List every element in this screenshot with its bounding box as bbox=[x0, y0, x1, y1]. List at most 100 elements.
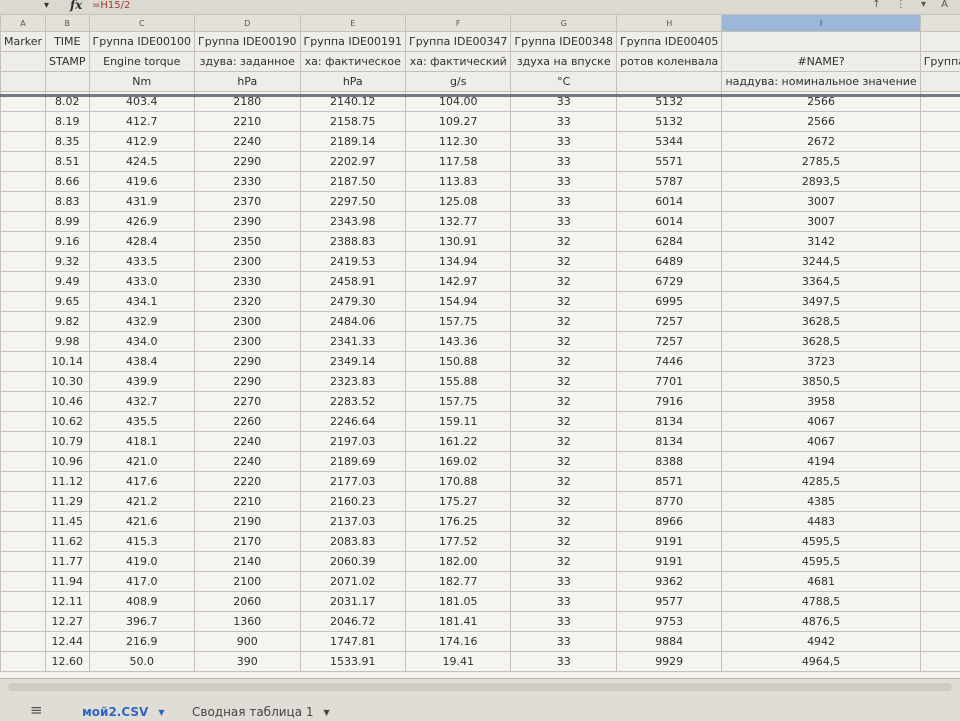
cell-c[interactable]: 50.0 bbox=[89, 652, 194, 672]
cell-b[interactable]: 12.11 bbox=[46, 592, 90, 612]
cell-g[interactable]: 33 bbox=[511, 612, 616, 632]
cell-b[interactable]: 12.44 bbox=[46, 632, 90, 652]
cell-i[interactable]: 4942 bbox=[722, 632, 920, 652]
cell-e[interactable]: 1747.81 bbox=[300, 632, 405, 652]
cell-d[interactable]: 2170 bbox=[195, 532, 300, 552]
cell-g[interactable]: °C bbox=[511, 72, 616, 92]
tab-caret-icon[interactable]: ▼ bbox=[158, 708, 164, 717]
cell-c[interactable]: 412.9 bbox=[89, 132, 194, 152]
cell-h[interactable]: 6995 bbox=[616, 292, 721, 312]
cell-d[interactable]: 2290 bbox=[195, 372, 300, 392]
cell-g[interactable]: 32 bbox=[511, 232, 616, 252]
cell-c[interactable]: 417.0 bbox=[89, 572, 194, 592]
cell-f[interactable]: 159.11 bbox=[405, 412, 510, 432]
cell-c[interactable]: 421.2 bbox=[89, 492, 194, 512]
cell-d[interactable]: 2240 bbox=[195, 132, 300, 152]
cell-e[interactable]: 2341.33 bbox=[300, 332, 405, 352]
cell-c[interactable]: 412.7 bbox=[89, 112, 194, 132]
cell-c[interactable]: 216.9 bbox=[89, 632, 194, 652]
cell-e[interactable]: 2137.03 bbox=[300, 512, 405, 532]
cell-b[interactable]: 9.98 bbox=[46, 332, 90, 352]
cell-a[interactable] bbox=[1, 532, 46, 552]
cell-b[interactable]: 10.46 bbox=[46, 392, 90, 412]
cell-c[interactable]: 433.5 bbox=[89, 252, 194, 272]
cell-c[interactable]: Nm bbox=[89, 72, 194, 92]
cell-a[interactable] bbox=[1, 552, 46, 572]
cell-j[interactable]: 93.4 bbox=[920, 252, 960, 272]
column-header-d[interactable]: D bbox=[195, 15, 300, 32]
cell-c[interactable]: 417.6 bbox=[89, 472, 194, 492]
cell-b[interactable]: TIME bbox=[46, 32, 90, 52]
cell-c[interactable]: 426.9 bbox=[89, 212, 194, 232]
cell-f[interactable]: 155.88 bbox=[405, 372, 510, 392]
cell-d[interactable]: 2210 bbox=[195, 492, 300, 512]
cell-d[interactable]: 2300 bbox=[195, 312, 300, 332]
cell-e[interactable]: 2297.50 bbox=[300, 192, 405, 212]
cell-e[interactable]: 2349.14 bbox=[300, 352, 405, 372]
cell-j[interactable]: 90.2 bbox=[920, 392, 960, 412]
cell-d[interactable]: 2320 bbox=[195, 292, 300, 312]
cell-e[interactable]: 2343.98 bbox=[300, 212, 405, 232]
cell-a[interactable] bbox=[1, 472, 46, 492]
cell-h[interactable]: 9191 bbox=[616, 532, 721, 552]
cell-g[interactable]: 32 bbox=[511, 432, 616, 452]
cell-f[interactable]: Группа IDE00347 bbox=[405, 32, 510, 52]
cell-f[interactable]: 125.08 bbox=[405, 192, 510, 212]
cell-a[interactable] bbox=[1, 352, 46, 372]
cell-g[interactable]: 32 bbox=[511, 412, 616, 432]
cell-d[interactable]: 2290 bbox=[195, 152, 300, 172]
cell-a[interactable] bbox=[1, 432, 46, 452]
cell-d[interactable]: 2390 bbox=[195, 212, 300, 232]
cell-d[interactable]: 2260 bbox=[195, 412, 300, 432]
column-header-a[interactable]: A bbox=[1, 15, 46, 32]
cell-c[interactable]: Engine torque bbox=[89, 52, 194, 72]
cell-d[interactable]: 2330 bbox=[195, 272, 300, 292]
cell-e[interactable]: 2031.17 bbox=[300, 592, 405, 612]
cell-i[interactable]: 4595,5 bbox=[722, 552, 920, 572]
cell-f[interactable]: 182.77 bbox=[405, 572, 510, 592]
cell-a[interactable] bbox=[1, 392, 46, 412]
cell-i[interactable]: 3364,5 bbox=[722, 272, 920, 292]
cell-h[interactable]: ротов коленвала bbox=[616, 52, 721, 72]
cell-f[interactable]: 143.36 bbox=[405, 332, 510, 352]
cell-e[interactable]: Группа IDE00191 bbox=[300, 32, 405, 52]
cell-d[interactable]: здува: заданное bbox=[195, 52, 300, 72]
cell-i[interactable]: 3723 bbox=[722, 352, 920, 372]
cell-c[interactable]: 438.4 bbox=[89, 352, 194, 372]
cell-a[interactable] bbox=[1, 172, 46, 192]
cell-g[interactable]: 33 bbox=[511, 132, 616, 152]
cell-h[interactable]: 7701 bbox=[616, 372, 721, 392]
cell-g[interactable]: 33 bbox=[511, 572, 616, 592]
cell-b[interactable]: 8.66 bbox=[46, 172, 90, 192]
cell-c[interactable]: 421.0 bbox=[89, 452, 194, 472]
cell-h[interactable]: 6014 bbox=[616, 192, 721, 212]
cell-f[interactable]: 112.30 bbox=[405, 132, 510, 152]
column-header-e[interactable]: E bbox=[300, 15, 405, 32]
cell-g[interactable]: 33 bbox=[511, 152, 616, 172]
cell-j[interactable]: 87.1 bbox=[920, 512, 960, 532]
cell-j[interactable] bbox=[920, 72, 960, 92]
cell-b[interactable]: 9.32 bbox=[46, 252, 90, 272]
cell-a[interactable] bbox=[1, 312, 46, 332]
cell-h[interactable]: 6729 bbox=[616, 272, 721, 292]
cell-h[interactable]: 9753 bbox=[616, 612, 721, 632]
cell-d[interactable]: 2330 bbox=[195, 172, 300, 192]
cell-j[interactable] bbox=[920, 32, 960, 52]
cell-g[interactable]: 32 bbox=[511, 332, 616, 352]
cell-h[interactable]: 8571 bbox=[616, 472, 721, 492]
cell-i[interactable]: 4788,5 bbox=[722, 592, 920, 612]
cell-f[interactable]: 157.75 bbox=[405, 312, 510, 332]
cell-i[interactable]: 3497,5 bbox=[722, 292, 920, 312]
cell-j[interactable]: 92.2 bbox=[920, 332, 960, 352]
cell-i[interactable]: 3142 bbox=[722, 232, 920, 252]
cell-i[interactable]: 4067 bbox=[722, 432, 920, 452]
cell-j[interactable]: 1.6 bbox=[920, 632, 960, 652]
cell-e[interactable]: 2388.83 bbox=[300, 232, 405, 252]
cell-f[interactable]: 154.94 bbox=[405, 292, 510, 312]
cell-a[interactable] bbox=[1, 192, 46, 212]
cell-c[interactable]: 439.9 bbox=[89, 372, 194, 392]
cell-c[interactable]: 434.1 bbox=[89, 292, 194, 312]
cell-j[interactable]: 1.6 bbox=[920, 652, 960, 672]
cell-j[interactable]: 94.5 bbox=[920, 212, 960, 232]
cell-e[interactable]: 2189.14 bbox=[300, 132, 405, 152]
